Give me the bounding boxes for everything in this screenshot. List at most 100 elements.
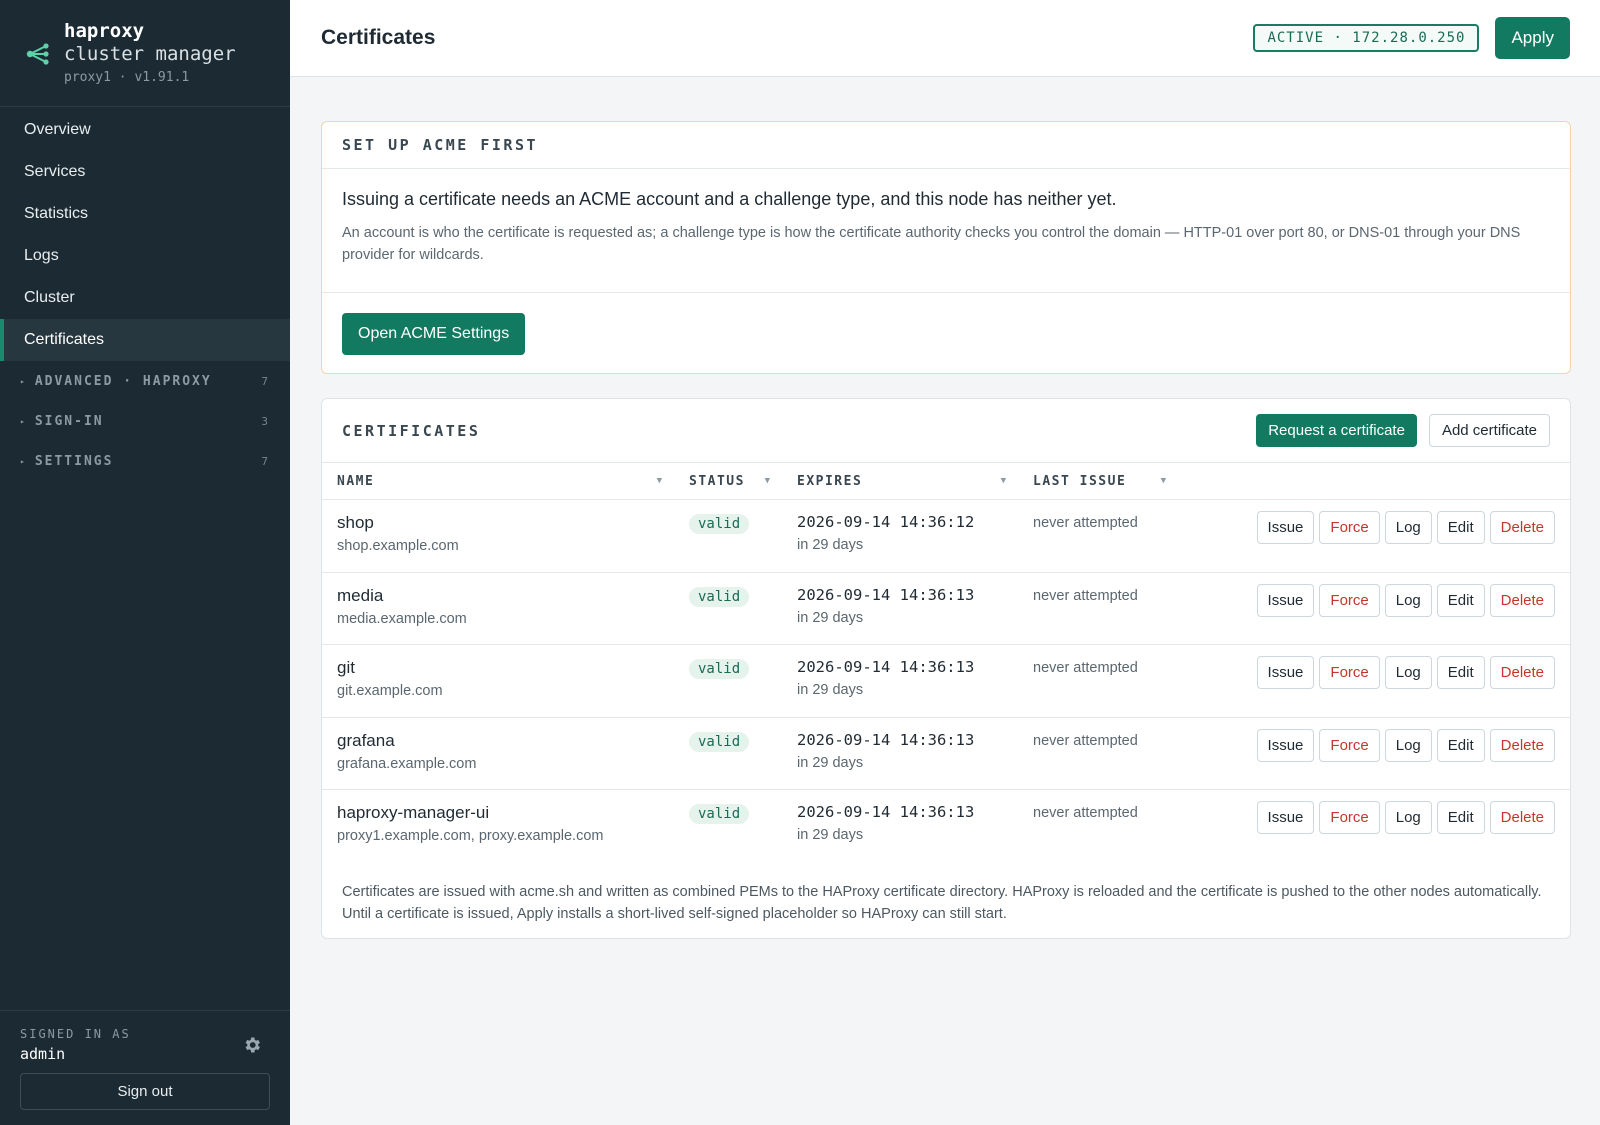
nav-item-certificates[interactable]: Certificates [0,319,290,361]
table-row: media media.example.com valid 2026-09-14… [322,573,1570,645]
page-title: Certificates [321,26,436,49]
log-button[interactable]: Log [1384,583,1432,617]
column-header-expires[interactable]: EXPIRES ▼ [782,463,1018,499]
brand-title: haproxy [64,20,145,42]
sort-caret-icon: ▼ [764,476,770,486]
force-button[interactable]: Force [1319,511,1380,544]
nav-group-count: 7 [261,454,268,468]
sidebar: haproxy cluster manager proxy1 · v1.91.1… [0,0,290,1125]
nav-item-overview[interactable]: Overview [0,109,290,151]
cert-expires: 2026-09-14 14:36:13 [797,730,975,749]
nav-item-cluster[interactable]: Cluster [0,277,290,319]
edit-button[interactable]: Edit [1436,511,1485,544]
brand-subtitle: cluster manager [64,43,236,65]
issue-button[interactable]: Issue [1256,801,1315,834]
cert-name: media [337,585,384,605]
caret-right-icon: ▸ [20,416,25,426]
cert-expires-relative: in 29 days [797,609,864,626]
cert-expires: 2026-09-14 14:36:13 [797,585,975,604]
sign-out-button[interactable]: Sign out [20,1073,270,1110]
apply-button[interactable]: Apply [1495,17,1570,59]
request-certificate-button[interactable]: Request a certificate [1256,414,1417,447]
signed-in-label: SIGNED IN AS [20,1027,131,1041]
cell-last-issue: never attempted [1018,718,1178,790]
status-badge: valid [689,659,750,679]
table-row: grafana grafana.example.com valid 2026-0… [322,718,1570,790]
sort-caret-icon: ▼ [1160,476,1166,486]
log-button[interactable]: Log [1384,511,1432,544]
nav-group-settings[interactable]: ▸ SETTINGS 7 [0,441,290,481]
cell-expires: 2026-09-14 14:36:12 in 29 days [782,500,1018,572]
table-body: shop shop.example.com valid 2026-09-14 1… [322,500,1570,863]
cert-last-issue: never attempted [1033,732,1138,749]
issue-button[interactable]: Issue [1256,583,1315,617]
cert-expires: 2026-09-14 14:36:13 [797,658,975,676]
delete-button[interactable]: Delete [1489,728,1555,762]
cell-last-issue: never attempted [1018,573,1178,645]
nav-item-statistics[interactable]: Statistics [0,193,290,235]
cert-last-issue: never attempted [1033,587,1138,604]
row-actions: Issue Force Log Edit Delete [1178,645,1570,717]
sort-caret-icon: ▼ [1000,476,1006,486]
nav-group-sign-in[interactable]: ▸ SIGN-IN 3 [0,401,290,441]
row-actions: Issue Force Log Edit Delete [1178,573,1570,645]
table-row: git git.example.com valid 2026-09-14 14:… [322,645,1570,718]
brand-version: proxy1 · v1.91.1 [64,70,190,85]
column-header-actions [1178,463,1570,499]
issue-button[interactable]: Issue [1256,656,1315,689]
issue-button[interactable]: Issue [1256,511,1315,544]
cert-last-issue: never attempted [1033,660,1138,676]
force-button[interactable]: Force [1319,728,1380,762]
acme-description: An account is who the certificate is req… [342,225,1521,263]
delete-button[interactable]: Delete [1489,801,1555,834]
certificates-heading: CERTIFICATES [342,421,481,440]
cert-expires-relative: in 29 days [797,754,864,771]
delete-button[interactable]: Delete [1489,656,1555,689]
column-label: NAME [337,473,375,489]
cell-status: valid [674,790,782,863]
cert-name: haproxy-manager-ui [337,803,490,822]
cell-expires: 2026-09-14 14:36:13 in 29 days [782,645,1018,717]
status-badge: ACTIVE · 172.28.0.250 [1253,24,1480,52]
edit-button[interactable]: Edit [1436,656,1485,689]
column-header-last-issue[interactable]: LAST ISSUE ▼ [1018,463,1178,499]
status-badge: valid [689,804,750,824]
cell-name: media media.example.com [322,573,674,645]
edit-button[interactable]: Edit [1436,801,1485,834]
log-button[interactable]: Log [1384,801,1432,834]
log-button[interactable]: Log [1384,728,1432,762]
column-header-name[interactable]: NAME ▼ [322,463,674,499]
open-acme-settings-button[interactable]: Open ACME Settings [342,313,526,355]
edit-button[interactable]: Edit [1436,728,1485,762]
status-badge: valid [689,586,750,607]
nav-group-advanced-haproxy[interactable]: ▸ ADVANCED · HAPROXY 7 [0,361,290,401]
column-label: LAST ISSUE [1033,473,1127,489]
row-actions: Issue Force Log Edit Delete [1178,790,1570,863]
table-header: NAME ▼ STATUS ▼ EXPIRES ▼ LAST ISSUE ▼ [322,463,1570,500]
log-button[interactable]: Log [1384,656,1432,689]
issue-button[interactable]: Issue [1256,728,1315,762]
delete-button[interactable]: Delete [1489,583,1555,617]
cell-expires: 2026-09-14 14:36:13 in 29 days [782,718,1018,790]
delete-button[interactable]: Delete [1489,511,1555,544]
cell-last-issue: never attempted [1018,645,1178,717]
cert-last-issue: never attempted [1033,515,1138,531]
cell-status: valid [674,500,782,572]
cell-status: valid [674,645,782,717]
nav-item-services[interactable]: Services [0,151,290,193]
column-header-status[interactable]: STATUS ▼ [674,463,782,499]
cert-expires: 2026-09-14 14:36:12 [797,513,975,531]
force-button[interactable]: Force [1319,583,1380,617]
cell-name: haproxy-manager-ui proxy1.example.com, p… [322,790,674,863]
brand: haproxy cluster manager proxy1 · v1.91.1 [0,0,290,107]
edit-button[interactable]: Edit [1436,583,1485,617]
table-row: haproxy-manager-ui proxy1.example.com, p… [322,790,1570,863]
nav-item-logs[interactable]: Logs [0,235,290,277]
force-button[interactable]: Force [1319,801,1380,834]
acme-card-heading: SET UP ACME FIRST [322,122,1570,169]
cell-status: valid [674,573,782,645]
force-button[interactable]: Force [1319,656,1380,689]
gear-icon[interactable] [242,1035,262,1055]
caret-right-icon: ▸ [20,376,25,386]
add-certificate-button[interactable]: Add certificate [1428,414,1550,447]
